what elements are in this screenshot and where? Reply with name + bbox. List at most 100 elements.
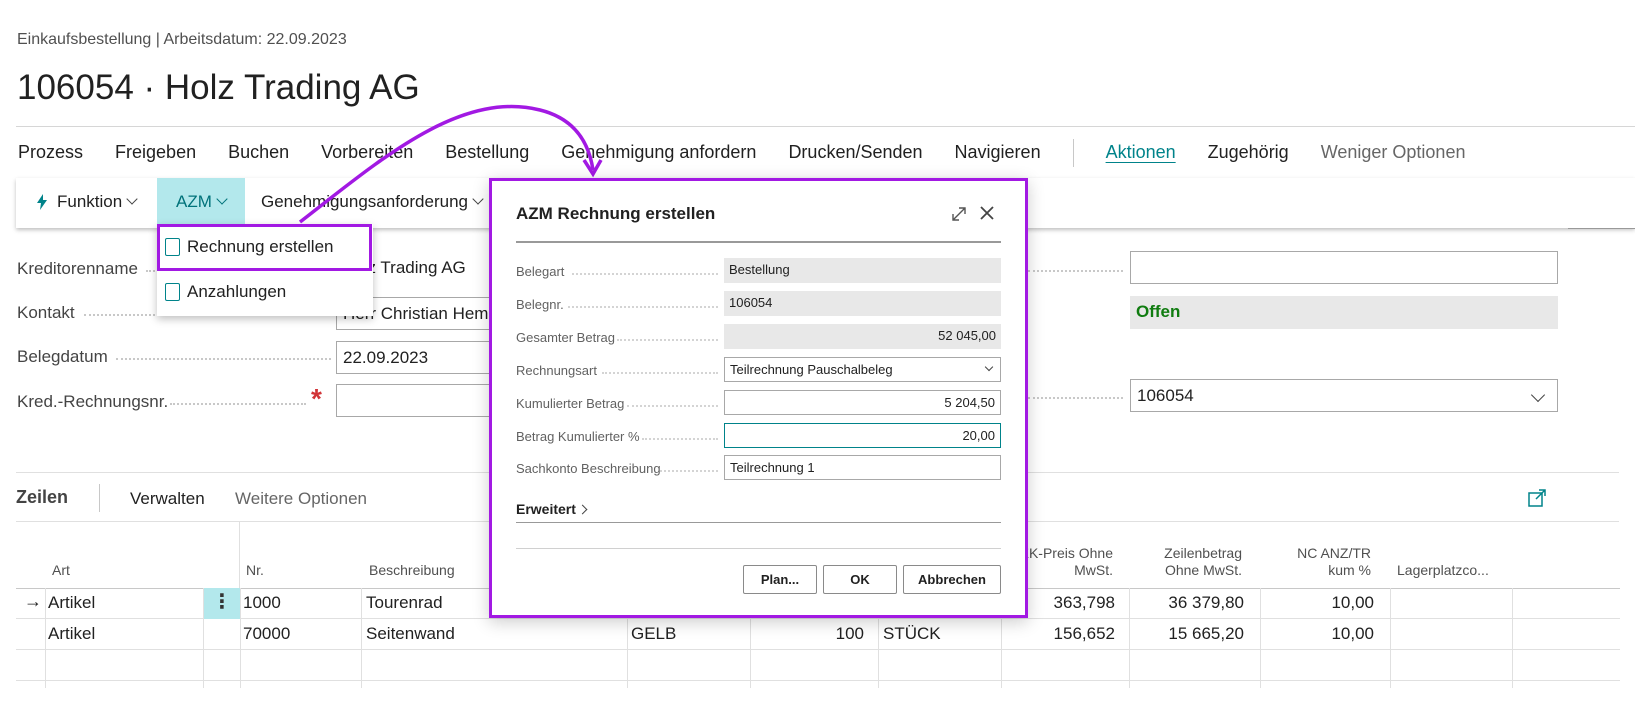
belegart-label: Belegart bbox=[516, 264, 565, 279]
menu-aktionen[interactable]: Aktionen bbox=[1106, 142, 1176, 167]
belegnr-label: Belegnr. bbox=[516, 297, 564, 312]
menu-prozess[interactable]: Prozess bbox=[18, 142, 83, 167]
kumulierter-betrag-label: Kumulierter Betrag bbox=[516, 396, 625, 411]
menu-zugehoerig[interactable]: Zugehörig bbox=[1208, 142, 1289, 167]
col-nc-line1: NC ANZ/TR bbox=[1297, 545, 1371, 561]
leader-dots bbox=[602, 372, 718, 374]
chevron-down-icon bbox=[984, 362, 994, 372]
cell-zeilenbetrag[interactable]: 15 665,20 bbox=[1168, 624, 1244, 644]
dialog-divider bbox=[516, 522, 1001, 523]
cell-beschreibung[interactable]: Seitenwand bbox=[366, 624, 455, 644]
erweitert-label: Erweitert bbox=[516, 501, 576, 517]
menu-weniger-optionen[interactable]: Weniger Optionen bbox=[1321, 142, 1466, 167]
gesamter-betrag-field: 52 045,00 bbox=[724, 324, 1001, 349]
belegart-field: Bestellung bbox=[724, 258, 1001, 283]
menu-buchen[interactable]: Buchen bbox=[228, 142, 289, 167]
divider bbox=[1568, 228, 1635, 229]
betrag-kumulierter-prozent-label: Betrag Kumulierter % bbox=[516, 429, 640, 444]
leader-dots bbox=[568, 306, 718, 308]
funktion-button[interactable]: Funktion bbox=[36, 178, 138, 226]
kumulierter-betrag-field[interactable]: 5 204,50 bbox=[724, 390, 1001, 415]
abbrechen-button[interactable]: Abbrechen bbox=[903, 565, 1001, 594]
leader-dots bbox=[170, 403, 306, 405]
close-icon[interactable] bbox=[979, 205, 995, 221]
betrag-kumulierter-prozent-field[interactable]: 20,00 bbox=[724, 423, 1001, 448]
cell-menge[interactable]: 100 bbox=[836, 624, 864, 644]
cell-nr[interactable]: 1000 bbox=[243, 593, 281, 613]
rechnungsart-label: Rechnungsart bbox=[516, 363, 597, 378]
table-row[interactable] bbox=[16, 650, 1620, 681]
cell-nr[interactable]: 70000 bbox=[243, 624, 290, 644]
cell-ek-preis[interactable]: 156,652 bbox=[1054, 624, 1115, 644]
kontakt-label: Kontakt bbox=[17, 303, 75, 322]
cell-nc[interactable]: 10,00 bbox=[1331, 593, 1374, 613]
dialog-title: AZM Rechnung erstellen bbox=[516, 204, 716, 223]
menu-item-label: Anzahlungen bbox=[187, 282, 287, 301]
row-menu-icon[interactable]: ⋮ bbox=[204, 588, 240, 619]
cell-art[interactable]: Artikel bbox=[48, 593, 95, 613]
cell-variante[interactable]: GELB bbox=[631, 624, 676, 644]
chevron-down-icon bbox=[126, 193, 138, 205]
plan-button[interactable]: Plan... bbox=[743, 565, 817, 594]
leader-dots bbox=[660, 470, 718, 472]
expand-icon[interactable] bbox=[951, 206, 967, 222]
divider bbox=[16, 126, 1635, 127]
menu-separator bbox=[1072, 139, 1074, 167]
belegdatum-label: Belegdatum bbox=[17, 347, 108, 366]
col-lagerplatz[interactable]: Lagerplatzco... bbox=[1397, 562, 1489, 579]
sachkonto-beschreibung-field[interactable]: Teilrechnung 1 bbox=[724, 455, 1001, 480]
col-zeilenbetrag[interactable]: Zeilenbetrag Ohne MwSt. bbox=[1130, 545, 1242, 579]
lines-title: Zeilen bbox=[16, 487, 69, 507]
dialog-divider bbox=[516, 548, 1001, 549]
table-row[interactable]: Artikel 70000 Seitenwand GELB 100 STÜCK … bbox=[16, 619, 1620, 650]
col-nc-anz[interactable]: NC ANZ/TR kum % bbox=[1270, 545, 1371, 579]
right-select[interactable]: 106054 bbox=[1130, 379, 1558, 412]
expand-icon[interactable] bbox=[1528, 489, 1546, 507]
azm-button[interactable]: AZM bbox=[157, 178, 245, 226]
leader-dots bbox=[617, 339, 718, 341]
breadcrumb: Einkaufsbestellung | Arbeitsdatum: 22.09… bbox=[17, 31, 347, 48]
erweitert-toggle[interactable]: Erweitert bbox=[516, 501, 588, 517]
leader-dots bbox=[627, 405, 718, 407]
menu-navigieren[interactable]: Navigieren bbox=[955, 142, 1041, 167]
cell-ek-preis[interactable]: 363,798 bbox=[1054, 593, 1115, 613]
cell-zeilenbetrag[interactable]: 36 379,80 bbox=[1168, 593, 1244, 613]
highlight-box bbox=[157, 224, 372, 271]
belegdatum-field[interactable]: 22.09.2023 bbox=[336, 341, 496, 374]
cell-einheit[interactable]: STÜCK bbox=[883, 624, 941, 644]
menu-freigeben[interactable]: Freigeben bbox=[115, 142, 196, 167]
dialog-divider bbox=[516, 241, 1001, 243]
leader-dots bbox=[1028, 270, 1123, 272]
gesamter-betrag-label: Gesamter Betrag bbox=[516, 330, 615, 345]
kred-rechnungsnr-field[interactable] bbox=[336, 384, 496, 417]
leader-dots bbox=[642, 438, 718, 440]
sachkonto-beschreibung-label: Sachkonto Beschreibung bbox=[516, 461, 661, 476]
lines-more-options-button[interactable]: Weitere Optionen bbox=[235, 489, 367, 509]
ok-button[interactable]: OK bbox=[823, 565, 897, 594]
col-nr[interactable]: Nr. bbox=[246, 562, 264, 579]
funktion-label: Funktion bbox=[57, 192, 123, 211]
cell-art[interactable]: Artikel bbox=[48, 624, 95, 644]
top-menu: Prozess Freigeben Buchen Vorbereiten Bes… bbox=[18, 139, 1497, 167]
col-zeilenbetrag-line2: Ohne MwSt. bbox=[1164, 562, 1242, 578]
kreditorenname-label: Kreditorenname bbox=[17, 259, 138, 278]
lines-manage-button[interactable]: Verwalten bbox=[130, 489, 205, 509]
chevron-right-icon bbox=[577, 504, 588, 514]
right-field-1[interactable] bbox=[1130, 251, 1558, 284]
rechnungsart-value: Teilrechnung Pauschalbeleg bbox=[730, 362, 893, 377]
tab-separator bbox=[99, 484, 100, 512]
grid-divider bbox=[239, 522, 240, 588]
col-beschreibung[interactable]: Beschreibung bbox=[369, 562, 455, 579]
leader-dots bbox=[572, 273, 718, 275]
menu-item-anzahlungen[interactable]: Anzahlungen bbox=[157, 270, 373, 314]
col-nc-line2: kum % bbox=[1328, 562, 1371, 578]
menu-drucken-senden[interactable]: Drucken/Senden bbox=[788, 142, 922, 167]
arrow-right-icon: → bbox=[24, 591, 42, 611]
col-art[interactable]: Art bbox=[52, 562, 70, 579]
cell-nc[interactable]: 10,00 bbox=[1331, 624, 1374, 644]
cell-beschreibung[interactable]: Tourenrad bbox=[366, 593, 443, 613]
azm-rechnung-dialog: AZM Rechnung erstellen Belegart Bestellu… bbox=[489, 178, 1028, 618]
rechnungsart-select[interactable]: Teilrechnung Pauschalbeleg bbox=[724, 357, 1001, 382]
lightning-icon bbox=[37, 194, 47, 210]
col-zeilenbetrag-line1: Zeilenbetrag bbox=[1164, 545, 1242, 561]
